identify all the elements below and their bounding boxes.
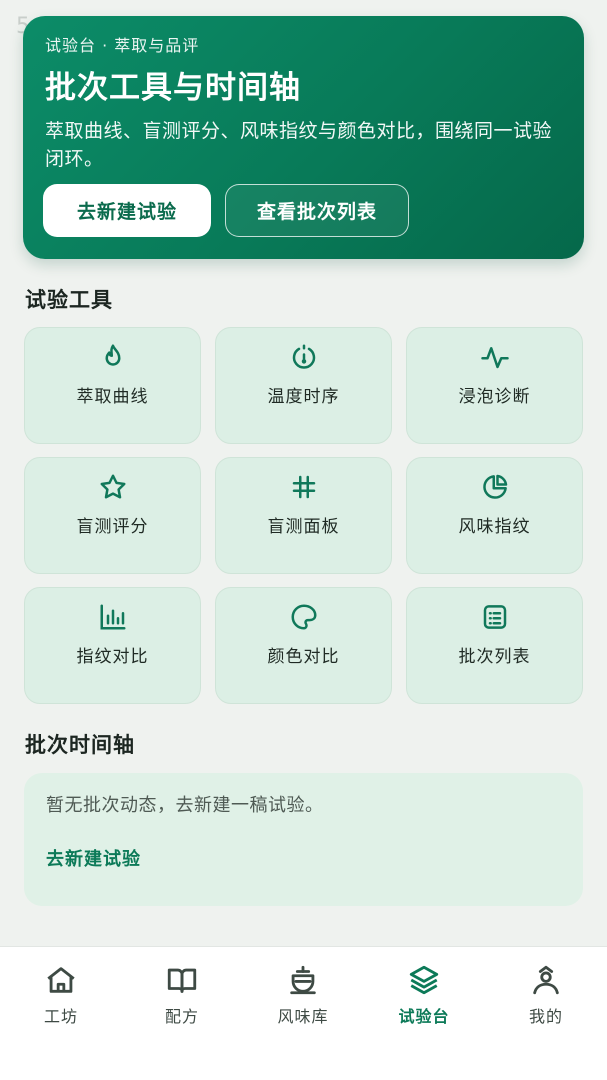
palette-icon	[291, 604, 316, 630]
tab-label: 风味库	[277, 1007, 329, 1026]
home-icon	[47, 967, 75, 993]
hero-title: 批次工具与时间轴	[45, 70, 301, 106]
tool-blind-score[interactable]: 盲测评分	[24, 457, 201, 574]
star-icon	[100, 474, 125, 499]
tab-lab-bench[interactable]: 试验台	[384, 963, 464, 1027]
tools-section-title: 试验工具	[25, 288, 113, 312]
pie-chart-icon	[482, 474, 507, 499]
tool-label: 盲测面板	[267, 517, 340, 537]
hero-banner: 试验台 · 萃取与品评 批次工具与时间轴 萃取曲线、盲测评分、风味指纹与颜色对比…	[23, 16, 584, 259]
flame-icon	[105, 344, 120, 366]
tab-label: 配方	[164, 1007, 199, 1026]
bottom-tab-bar: 工坊 配方 风味库 试验台 我的	[0, 946, 607, 1080]
hash-icon	[292, 475, 315, 499]
timeline-section-title: 批次时间轴	[25, 733, 135, 757]
tool-label: 批次列表	[458, 647, 531, 667]
tool-label: 指纹对比	[76, 647, 149, 667]
tools-grid: 萃取曲线 温度时序 浸泡诊断 盲测评分 盲测面板 风味指纹 指纹对比 颜色对比 …	[24, 327, 583, 704]
tab-workshop[interactable]: 工坊	[21, 963, 101, 1027]
timeline-empty-text: 暂无批次动态，去新建一稿试验。	[46, 795, 324, 816]
tool-fingerprint-compare[interactable]: 指纹对比	[24, 587, 201, 704]
user-icon	[533, 965, 559, 995]
tool-label: 风味指纹	[458, 517, 531, 537]
list-icon	[483, 605, 506, 629]
timer-icon	[292, 344, 315, 369]
hero-description: 萃取曲线、盲测评分、风味指纹与颜色对比，围绕同一试验闭环。	[45, 120, 553, 170]
tool-extraction-curve[interactable]: 萃取曲线	[24, 327, 201, 444]
tool-batch-list[interactable]: 批次列表	[406, 587, 583, 704]
tool-label: 浸泡诊断	[458, 387, 531, 407]
tab-label: 我的	[528, 1007, 563, 1026]
tool-color-compare[interactable]: 颜色对比	[215, 587, 392, 704]
new-trial-button[interactable]: 去新建试验	[43, 184, 211, 237]
pulse-icon	[480, 347, 509, 369]
tool-label: 颜色对比	[267, 647, 340, 667]
timeline-card: 暂无批次动态，去新建一稿试验。 去新建试验	[24, 773, 583, 906]
pot-icon	[290, 965, 316, 995]
hero-eyebrow: 试验台 · 萃取与品评	[45, 36, 200, 55]
view-batch-list-button[interactable]: 查看批次列表	[225, 184, 409, 237]
tool-flavor-fingerprint[interactable]: 风味指纹	[406, 457, 583, 574]
tool-steep-diagnosis[interactable]: 浸泡诊断	[406, 327, 583, 444]
tool-blind-panel[interactable]: 盲测面板	[215, 457, 392, 574]
tab-label: 工坊	[43, 1007, 78, 1026]
tab-profile[interactable]: 我的	[506, 963, 586, 1027]
tab-label: 试验台	[398, 1007, 450, 1026]
tab-flavor-library[interactable]: 风味库	[263, 963, 343, 1027]
tab-recipes[interactable]: 配方	[142, 963, 222, 1027]
tool-label: 萃取曲线	[76, 387, 149, 407]
tool-label: 盲测评分	[76, 517, 149, 537]
timeline-new-trial-link[interactable]: 去新建试验	[46, 845, 561, 871]
tool-label: 温度时序	[267, 387, 340, 407]
hero-actions: 去新建试验 查看批次列表	[43, 184, 409, 237]
layers-icon	[409, 965, 439, 995]
book-icon	[167, 968, 197, 993]
bar-chart-icon	[100, 604, 125, 630]
tool-temperature-timing[interactable]: 温度时序	[215, 327, 392, 444]
